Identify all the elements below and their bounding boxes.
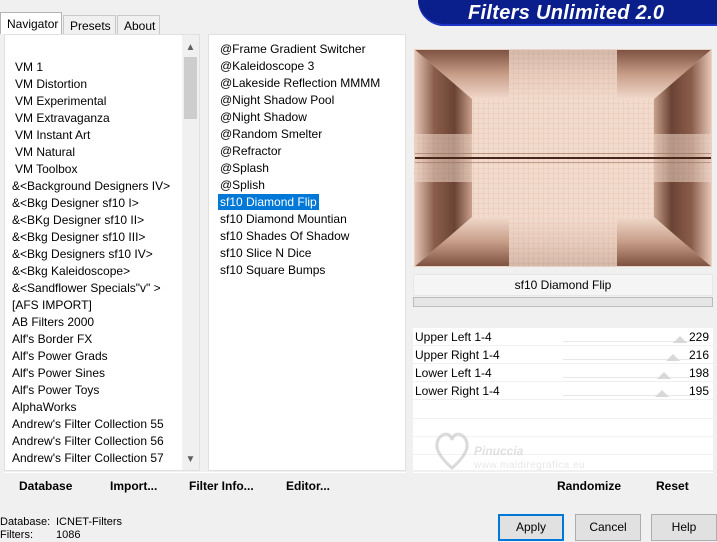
filter-list-item[interactable]: sf10 Shades Of Shadow (218, 228, 351, 244)
param-slider-thumb[interactable] (672, 336, 687, 343)
param-label: Lower Left 1-4 (415, 366, 492, 380)
help-button[interactable]: Help (651, 514, 717, 541)
category-list-item[interactable]: &<BKg Designer sf10 II> (10, 212, 146, 228)
filter-list: @Frame Gradient Switcher @Kaleidoscope 3 @… (209, 35, 405, 470)
param-row-lower-left[interactable]: Lower Left 1-4 198 (413, 364, 713, 382)
filter-list-item[interactable]: @Night Shadow (218, 109, 309, 125)
category-list-item[interactable]: Andrew's Filter Collection 56 (10, 433, 166, 449)
category-list-item[interactable]: Alf's Power Grads (10, 348, 110, 364)
filter-list-item-selected[interactable]: sf10 Diamond Flip (218, 194, 319, 210)
database-value: ICNET-Filters (56, 516, 122, 528)
filter-info-button[interactable]: Filter Info... (189, 479, 254, 493)
filter-list-item[interactable]: sf10 Diamond Mountian (218, 211, 349, 227)
filter-list-item[interactable]: @Refractor (218, 143, 284, 159)
param-row-upper-left[interactable]: Upper Left 1-4 229 (413, 328, 713, 346)
filter-list-item[interactable]: @Random Smelter (218, 126, 324, 142)
database-label: Database: (0, 516, 51, 528)
filter-list-item[interactable]: @Night Shadow Pool (218, 92, 336, 108)
category-list-item[interactable]: Andrew's Filter Collection 55 (10, 416, 166, 432)
category-list-item[interactable]: &<Background Designers IV> (10, 178, 172, 194)
param-value: 216 (688, 348, 709, 362)
app-title: Filters Unlimited 2.0 (468, 2, 665, 24)
category-list-item[interactable]: &<Sandflower Specials"v" > (10, 280, 163, 296)
filter-list-item[interactable]: sf10 Square Bumps (218, 262, 327, 278)
progress-bar (413, 297, 713, 307)
import-button[interactable]: Import... (110, 479, 157, 493)
filters-count: 1086 (56, 529, 81, 541)
editor-button[interactable]: Editor... (286, 479, 330, 493)
category-list-item[interactable]: VM Toolbox (13, 161, 79, 177)
category-list-item[interactable]: Alf's Power Toys (10, 382, 101, 398)
filter-list-item[interactable]: sf10 Slice N Dice (218, 245, 313, 261)
filters-label: Filters: (0, 529, 33, 541)
category-scroll-thumb[interactable] (184, 57, 197, 119)
category-list-item[interactable]: Alf's Border FX (10, 331, 94, 347)
category-list-item[interactable]: VM Instant Art (13, 127, 92, 143)
param-label: Upper Right 1-4 (415, 348, 500, 362)
param-value: 229 (688, 330, 709, 344)
left-toolbar: Database Import... Filter Info... Editor… (4, 472, 406, 500)
category-list-item[interactable]: VM Extravaganza (13, 110, 112, 126)
category-list-item[interactable]: [AFS IMPORT] (10, 297, 94, 313)
app-title-banner: Filters Unlimited 2.0 (418, 0, 717, 26)
param-value: 198 (688, 366, 709, 380)
category-list-item[interactable]: &<Bkg Designer sf10 III> (10, 229, 147, 245)
param-slider-track[interactable] (563, 395, 693, 396)
empty-param-divider (413, 418, 713, 419)
tab-presets[interactable]: Presets (63, 15, 116, 34)
filter-list-item[interactable]: @Lakeside Reflection MMMM (218, 75, 382, 91)
category-list-item[interactable]: AB Filters 2000 (10, 314, 96, 330)
cancel-button[interactable]: Cancel (575, 514, 641, 541)
filter-list-item[interactable]: @Kaleidoscope 3 (218, 58, 316, 74)
category-list-item[interactable]: VM Distortion (13, 76, 89, 92)
tab-about[interactable]: About (117, 15, 160, 34)
apply-button[interactable]: Apply (498, 514, 564, 541)
category-list-item[interactable]: Alf's Power Sines (10, 365, 107, 381)
empty-param-divider (413, 436, 713, 437)
preview-image (414, 49, 712, 267)
parameter-panel: Upper Left 1-4 229 Upper Right 1-4 216 L… (413, 328, 713, 470)
category-list-item[interactable]: &<Bkg Kaleidoscope> (10, 263, 132, 279)
param-value: 195 (688, 384, 709, 398)
param-label: Upper Left 1-4 (415, 330, 492, 344)
scroll-up-icon[interactable]: ▲ (182, 39, 199, 56)
filter-list-panel: @Frame Gradient Switcher @Kaleidoscope 3 @… (208, 34, 406, 471)
category-list-item[interactable]: &<Bkg Designer sf10 I> (10, 195, 141, 211)
randomize-button[interactable]: Randomize (557, 479, 621, 493)
category-list-item[interactable]: VM 1 (13, 59, 45, 75)
category-list-item[interactable]: VM Experimental (13, 93, 108, 109)
empty-param-divider (413, 454, 713, 455)
category-list-item[interactable]: AlphaWorks (10, 399, 78, 415)
filter-list-item[interactable]: @Splish (218, 177, 267, 193)
tab-navigator[interactable]: Navigator (0, 12, 62, 34)
database-button[interactable]: Database (19, 479, 72, 493)
category-scrollbar[interactable]: ▲ ▼ (182, 35, 199, 470)
preview-graphic (414, 49, 712, 267)
category-list: VM 1 VM Distortion VM Experimental VM Extra… (5, 35, 199, 470)
filter-list-item[interactable]: @Splash (218, 160, 271, 176)
category-list-panel: VM 1 VM Distortion VM Experimental VM Extra… (4, 34, 200, 471)
scroll-down-icon[interactable]: ▼ (182, 451, 199, 468)
param-label: Lower Right 1-4 (415, 384, 500, 398)
category-list-item[interactable]: VM Natural (13, 144, 77, 160)
param-row-upper-right[interactable]: Upper Right 1-4 216 (413, 346, 713, 364)
reset-button[interactable]: Reset (656, 479, 689, 493)
param-slider-thumb[interactable] (666, 354, 681, 361)
category-list-item[interactable]: &<Bkg Designers sf10 IV> (10, 246, 155, 262)
param-slider-thumb[interactable] (655, 390, 670, 397)
filter-list-item[interactable]: @Frame Gradient Switcher (218, 41, 368, 57)
param-row-lower-right[interactable]: Lower Right 1-4 195 (413, 382, 713, 400)
param-slider-thumb[interactable] (656, 372, 671, 379)
right-toolbar: Randomize Reset (413, 472, 713, 500)
category-list-item[interactable]: Andrew's Filter Collection 57 (10, 450, 166, 466)
selected-filter-name: sf10 Diamond Flip (413, 274, 713, 296)
param-slider-track[interactable] (563, 377, 693, 378)
